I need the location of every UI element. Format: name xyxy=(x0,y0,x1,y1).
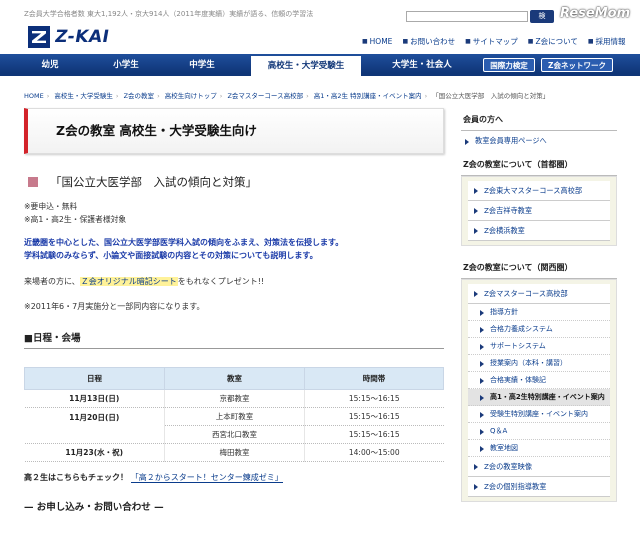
schedule-heading: ■日程・会場 xyxy=(24,330,444,349)
title-square-icon xyxy=(28,177,38,187)
gift-notice: 来場者の方に、Ｚ会オリジナル暗記シートをもれなくプレゼント!! xyxy=(24,276,444,287)
sidebar-sub-qa[interactable]: Q＆A xyxy=(468,423,610,440)
schedule-room: 京都教室 xyxy=(164,389,305,408)
nav-pill-network[interactable]: Z会ネットワーク xyxy=(541,58,613,72)
schedule-room: 梅田教室 xyxy=(164,443,305,462)
breadcrumb-classroom[interactable]: Z会の教室 xyxy=(124,92,154,100)
sidebar-kansai-heading: Z会の教室について（関西圏） xyxy=(461,256,617,279)
table-row: 11月13日(日) 京都教室 15:15～16:15 xyxy=(24,389,444,408)
note-target: ※高1・高2生・保護者様対象 xyxy=(24,215,127,224)
past-note: ※2011年6・7月実施分と一部同内容になります。 xyxy=(24,302,205,311)
schedule-room: 上本町教室 xyxy=(164,407,305,426)
gift-suffix: をもれなくプレゼント!! xyxy=(177,277,265,286)
high2-seminar-link[interactable]: 「高２からスタート！センター錬成ゼミ」 xyxy=(130,473,283,483)
header-tagline: Z会員大学合格者数 東大1,192人・京大914人（2011年度実績）実績が語る… xyxy=(24,10,314,18)
sidebar: 会員の方へ 教室会員専用ページへ Z会の教室について（首都圏） Z会東大マスター… xyxy=(461,108,617,502)
event-title: 「国公立大医学部 入試の傾向と対策」 xyxy=(24,174,444,190)
breadcrumb-events[interactable]: 高1・高2生 特別講座・イベント案内 xyxy=(314,92,422,100)
schedule-col-room: 教室 xyxy=(164,367,305,390)
sidebar-item-kichijoji[interactable]: Z会吉祥寺教室 xyxy=(468,201,610,221)
util-link-sitemap[interactable]: サイトマップ xyxy=(465,36,518,47)
description-line-2: 学科試験のみならず、小論文や面接試験の内容とその対策についても説明します。 xyxy=(24,251,318,260)
nav-tab-university[interactable]: 大学生・社会人 xyxy=(362,54,482,76)
sidebar-members-heading: 会員の方へ xyxy=(461,108,617,131)
nav-pill-international[interactable]: 国際力検定 xyxy=(483,58,535,72)
schedule-time: 15:15～16:15 xyxy=(304,425,444,444)
schedule-date: 11月23(水・祝) xyxy=(24,443,165,462)
watermark-logo: ReseMom xyxy=(560,6,631,21)
schedule-time: 15:15～16:15 xyxy=(304,407,444,426)
table-row: 11月20日(日) 上本町教室 15:15～16:15 xyxy=(24,407,444,444)
main-content: Z会の教室 高校生・大学受験生向け 「国公立大医学部 入試の傾向と対策」 ※要申… xyxy=(24,108,444,513)
breadcrumb-master-course[interactable]: Z会マスターコース高校部 xyxy=(227,92,303,100)
sidebar-sub-events-exam[interactable]: 受験生特別講座・イベント案内 xyxy=(468,406,610,423)
sidebar-item-yokohama[interactable]: Z会横浜教室 xyxy=(468,221,610,241)
global-nav: 幼児 小学生 中学生 高校生・大学受験生 大学生・社会人 国際力検定 Z会ネット… xyxy=(0,54,640,76)
nav-tab-elementary[interactable]: 小学生 xyxy=(100,54,152,76)
sidebar-sub-map[interactable]: 教室地図 xyxy=(468,440,610,457)
zkai-logo[interactable]: Z-KAI xyxy=(28,26,112,48)
util-link-contact[interactable]: お問い合わせ xyxy=(402,36,455,47)
description-line-1: 近畿圏を中心とした、国公立大医学部医学科入試の傾向をふまえ、対策法を伝授します。 xyxy=(24,238,344,247)
sidebar-tokyo-heading: Z会の教室について（首都圏） xyxy=(461,153,617,176)
nav-tab-infant[interactable]: 幼児 xyxy=(0,54,100,76)
breadcrumb-high-top[interactable]: 高校生向けトップ xyxy=(165,92,217,100)
breadcrumb: HOME › 高校生・大学受験生 › Z会の教室 › 高校生向けトップ › Z会マスター… xyxy=(24,92,550,100)
sidebar-sub-policy[interactable]: 指導方針 xyxy=(468,304,610,321)
zkai-logo-icon xyxy=(28,26,50,48)
gift-prefix: 来場者の方に、 xyxy=(24,277,80,286)
util-link-home[interactable]: HOME xyxy=(362,36,393,47)
sidebar-item-video[interactable]: Z会の教室映像 xyxy=(468,457,610,477)
sidebar-sub-classes[interactable]: 授業案内（本科・講習） xyxy=(468,355,610,372)
sidebar-item-individual[interactable]: Z会の個別指導教室 xyxy=(468,477,610,497)
nav-tab-high-school[interactable]: 高校生・大学受験生 xyxy=(251,56,361,76)
search-input[interactable] xyxy=(406,11,528,22)
search-button[interactable]: 検 xyxy=(530,10,554,23)
schedule-date: 11月13日(日) xyxy=(24,389,165,408)
utility-nav: HOME お問い合わせ サイトマップ Z会について 採用情報 xyxy=(362,36,636,47)
breadcrumb-high-school[interactable]: 高校生・大学受験生 xyxy=(54,92,113,100)
gift-highlight: Ｚ会オリジナル暗記シート xyxy=(79,277,178,286)
schedule-room: 西宮北口教室 xyxy=(164,425,305,444)
breadcrumb-current: 「国公立大医学部 入試の傾向と対策」 xyxy=(432,92,550,100)
sidebar-sub-events-high12[interactable]: 高1・高2生特別講座・イベント案内 xyxy=(468,389,610,406)
sidebar-tokyo-box: Z会東大マスターコース高校部 Z会吉祥寺教室 Z会横浜教室 xyxy=(461,176,617,246)
note-free: ※要申込・無料 xyxy=(24,202,78,211)
schedule-date: 11月20日(日) xyxy=(24,407,165,444)
sidebar-sub-support[interactable]: サポートシステム xyxy=(468,338,610,355)
sidebar-item-tokyo-master[interactable]: Z会東大マスターコース高校部 xyxy=(468,181,610,201)
nav-tab-junior-high[interactable]: 中学生 xyxy=(152,54,252,76)
schedule-table: 日程 教室 時間帯 11月13日(日) 京都教室 15:15～16:15 11月… xyxy=(24,367,444,462)
section-title: Z会の教室 高校生・大学受験生向け xyxy=(24,108,444,154)
util-link-about[interactable]: Z会について xyxy=(528,36,577,47)
sidebar-item-kansai-master[interactable]: Z会マスターコース高校部 xyxy=(468,284,610,304)
schedule-time: 15:15～16:15 xyxy=(304,389,444,408)
sidebar-members-link[interactable]: 教室会員専用ページへ xyxy=(461,131,617,153)
high2-label: 高２生はこちらもチェック！ xyxy=(24,473,128,482)
event-description: 近畿圏を中心とした、国公立大医学部医学科入試の傾向をふまえ、対策法を伝授します。… xyxy=(24,236,444,262)
table-row: 11月23(水・祝) 梅田教室 14:00～15:00 xyxy=(24,443,444,462)
high2-check: 高２生はこちらもチェック！ 「高２からスタート！センター錬成ゼミ」 xyxy=(24,472,444,483)
sidebar-sub-results[interactable]: 合格実績・体験記 xyxy=(468,372,610,389)
sidebar-kansai-box: Z会マスターコース高校部 指導方針 合格力養成システム サポートシステム 授業案… xyxy=(461,279,617,502)
apply-heading: — お申し込み・お問い合わせ — xyxy=(24,502,164,513)
schedule-col-time: 時間帯 xyxy=(304,367,444,390)
event-notes: ※要申込・無料 ※高1・高2生・保護者様対象 xyxy=(24,200,444,226)
schedule-col-date: 日程 xyxy=(24,367,165,390)
sidebar-sub-system[interactable]: 合格力養成システム xyxy=(468,321,610,338)
schedule-time: 14:00～15:00 xyxy=(304,443,444,462)
event-title-text: 「国公立大医学部 入試の傾向と対策」 xyxy=(50,175,257,189)
breadcrumb-home[interactable]: HOME xyxy=(24,92,44,100)
util-link-recruit[interactable]: 採用情報 xyxy=(588,36,626,47)
zkai-logo-text: Z-KAI xyxy=(53,27,112,47)
